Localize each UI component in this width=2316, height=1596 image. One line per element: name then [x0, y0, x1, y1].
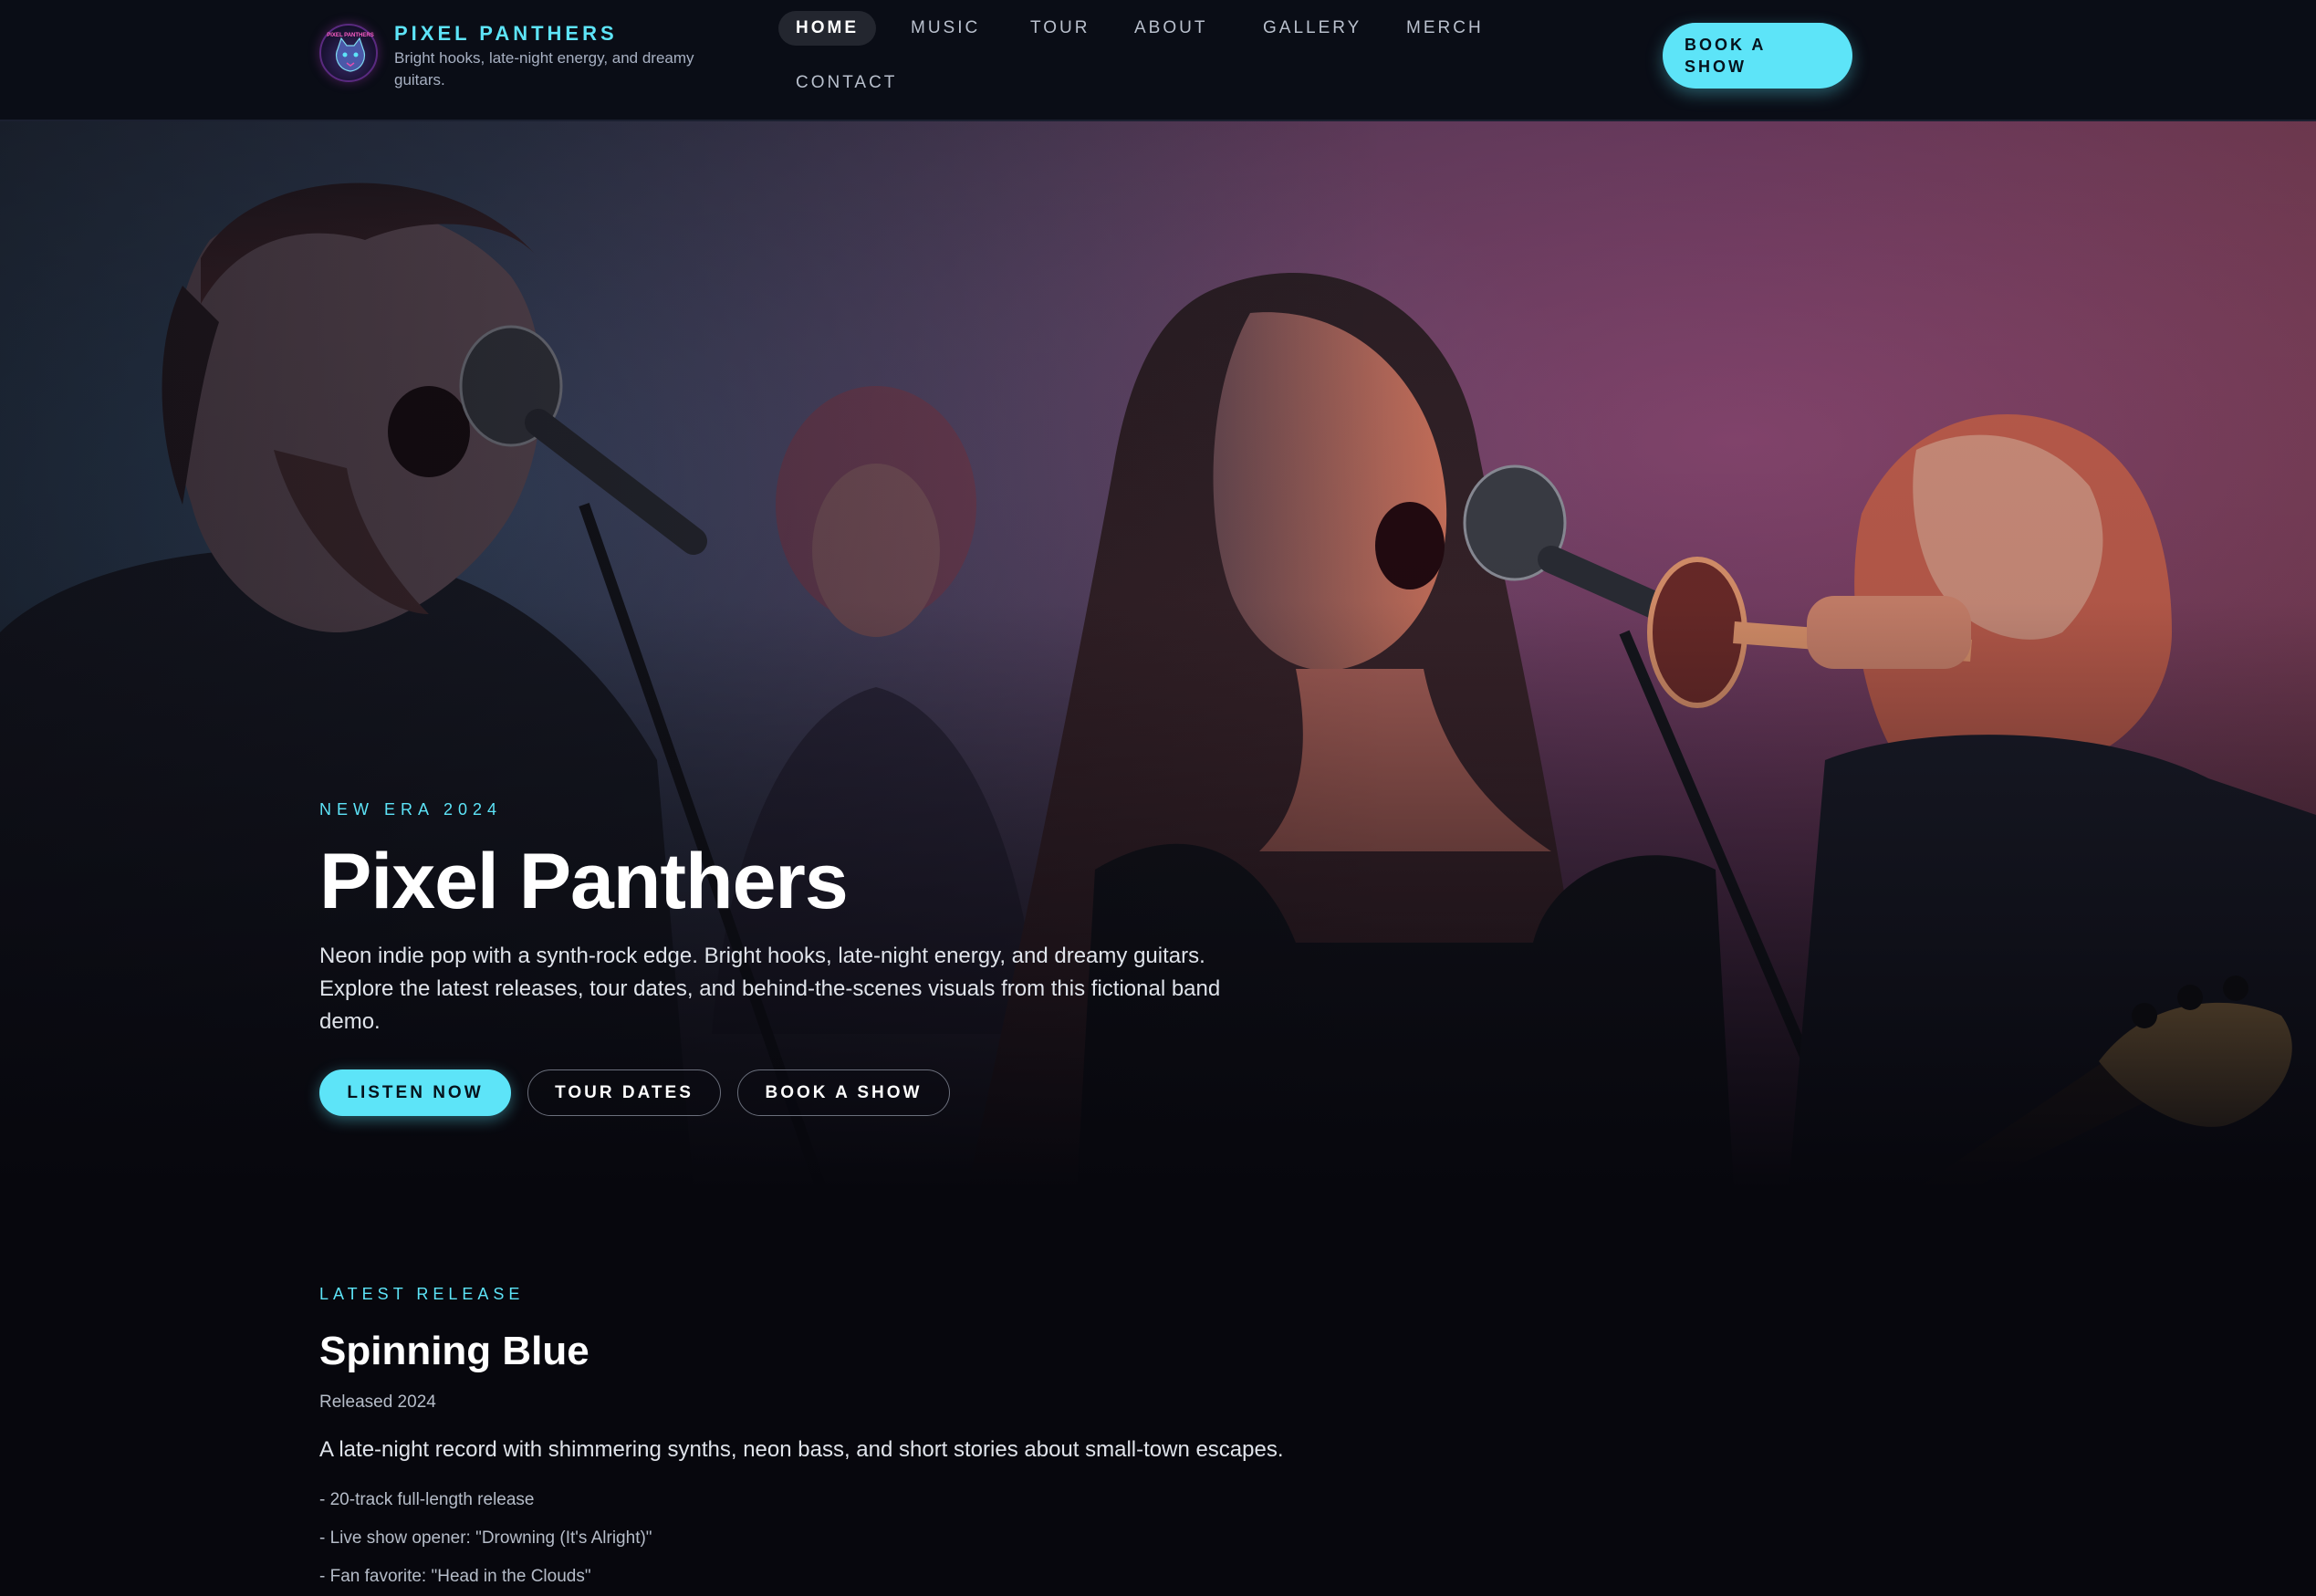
- hero-content: NEW ERA 2024 Pixel Panthers Neon indie p…: [319, 800, 1278, 1117]
- release-highlights: - 20-track full-length release - Live sh…: [319, 1481, 1597, 1596]
- list-item: - 20-track full-length release: [319, 1490, 535, 1509]
- nav-home[interactable]: HOME: [778, 11, 876, 46]
- latest-release-section: LATEST RELEASE Spinning Blue Released 20…: [319, 1285, 1597, 1596]
- list-item: - Live show opener: "Drowning (It's Alri…: [319, 1528, 652, 1548]
- hero-description: Neon indie pop with a synth-rock edge. B…: [319, 944, 1221, 1034]
- release-title: Spinning Blue: [319, 1329, 589, 1373]
- hero-title: Pixel Panthers: [319, 838, 849, 925]
- brand-tagline: Bright hooks, late-night energy, and dre…: [394, 49, 694, 89]
- nav-about[interactable]: ABOUT: [1117, 11, 1225, 46]
- nav-contact[interactable]: CONTACT: [778, 66, 914, 100]
- logo-lettering: PIXEL PANTHERS: [327, 33, 373, 38]
- brand[interactable]: PIXEL PANTHERS PIXEL PANTHERS Bright hoo…: [319, 22, 730, 95]
- book-show-button[interactable]: BOOK A SHOW: [737, 1069, 950, 1116]
- main-nav: HOME MUSIC TOUR ABOUT GALLERY MERCH CONT…: [778, 11, 1527, 111]
- release-description: A late-night record with shimmering synt…: [319, 1437, 1284, 1462]
- list-item: - Fan favorite: "Head in the Clouds": [319, 1567, 591, 1586]
- release-eyebrow: LATEST RELEASE: [319, 1285, 525, 1303]
- nav-tour[interactable]: TOUR: [1013, 11, 1107, 46]
- tour-dates-button[interactable]: TOUR DATES: [527, 1069, 721, 1116]
- release-date: Released 2024: [319, 1393, 436, 1412]
- hero-section: NEW ERA 2024 Pixel Panthers Neon indie p…: [0, 121, 2316, 1189]
- brand-name[interactable]: PIXEL PANTHERS: [394, 22, 618, 46]
- hero-actions: LISTEN NOW TOUR DATES BOOK A SHOW: [319, 1069, 1278, 1117]
- listen-now-button[interactable]: LISTEN NOW: [319, 1069, 511, 1116]
- hero-eyebrow: NEW ERA 2024: [319, 800, 503, 819]
- nav-merch[interactable]: MERCH: [1389, 11, 1501, 46]
- nav-gallery[interactable]: GALLERY: [1246, 11, 1379, 46]
- panther-logo-icon[interactable]: PIXEL PANTHERS: [319, 24, 378, 82]
- book-show-header-button[interactable]: BOOK A SHOW: [1663, 23, 1852, 89]
- nav-music[interactable]: MUSIC: [893, 11, 997, 46]
- site-header: PIXEL PANTHERS PIXEL PANTHERS Bright hoo…: [0, 0, 2316, 121]
